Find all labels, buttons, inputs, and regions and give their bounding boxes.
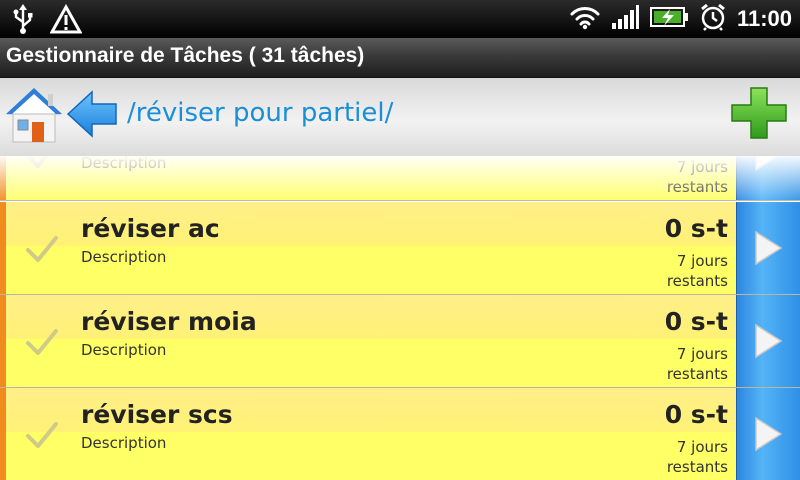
open-task-button[interactable] <box>736 156 800 200</box>
task-value: 0 s-t <box>664 400 728 429</box>
task-remaining: 7 jours restants <box>667 437 728 477</box>
checkmark-icon[interactable] <box>24 325 60 361</box>
task-list: Description 7 jours restants réviser ac … <box>0 156 800 480</box>
task-title: réviser moia <box>81 307 257 336</box>
list-item[interactable]: réviser ac Description 0 s-t 7 jours res… <box>0 202 800 295</box>
open-task-button[interactable] <box>736 202 800 294</box>
play-arrow-icon <box>755 156 780 172</box>
task-remaining-label: restants <box>666 178 728 196</box>
toolbar <box>0 78 800 156</box>
list-item[interactable]: Description 7 jours restants <box>0 156 800 201</box>
warning-icon <box>49 3 83 38</box>
status-time: 11:00 <box>736 6 792 31</box>
task-value: 0 s-t <box>664 307 728 336</box>
task-remaining-label: restants <box>666 365 728 383</box>
task-description: Description <box>81 434 167 452</box>
task-row-main[interactable]: réviser scs Description 0 s-t 7 jours re… <box>0 388 736 480</box>
play-arrow-icon <box>755 230 783 266</box>
title-bar: Gestionnaire de Tâches ( 31 tâches) <box>0 38 800 78</box>
list-item[interactable]: réviser scs Description 0 s-t 7 jours re… <box>0 388 800 480</box>
list-item[interactable]: réviser moia Description 0 s-t 7 jours r… <box>0 295 800 388</box>
task-remaining: 7 jours restants <box>667 157 728 197</box>
usb-icon <box>10 4 36 38</box>
checkmark-icon[interactable] <box>24 156 60 174</box>
task-value: 0 s-t <box>664 214 728 243</box>
task-remaining-days: 7 jours <box>676 438 728 456</box>
wifi-icon <box>569 4 601 34</box>
add-icon[interactable] <box>728 86 790 140</box>
task-description: Description <box>81 156 167 172</box>
task-remaining-label: restants <box>666 458 728 476</box>
signal-icon <box>611 4 639 34</box>
task-remaining: 7 jours restants <box>667 251 728 291</box>
task-row-main[interactable]: Description 7 jours restants <box>0 156 736 200</box>
play-arrow-icon <box>755 323 783 359</box>
task-description: Description <box>81 341 167 359</box>
open-task-button[interactable] <box>736 295 800 387</box>
play-arrow-icon <box>755 416 783 452</box>
task-title: réviser ac <box>81 214 220 243</box>
task-remaining-days: 7 jours <box>676 158 728 176</box>
task-row-main[interactable]: réviser moia Description 0 s-t 7 jours r… <box>0 295 736 387</box>
task-remaining-days: 7 jours <box>676 345 728 363</box>
task-title: réviser scs <box>81 400 233 429</box>
status-bar: 11:00 <box>0 0 800 38</box>
battery-charging-icon <box>649 6 689 32</box>
back-arrow-icon[interactable] <box>66 88 118 140</box>
app-title: Gestionnaire de Tâches ( 31 tâches) <box>6 44 365 67</box>
task-remaining: 7 jours restants <box>667 344 728 384</box>
folder-path: /réviser pour partiel/ <box>127 98 394 128</box>
home-icon[interactable] <box>4 84 64 146</box>
checkmark-icon[interactable] <box>24 232 60 268</box>
task-description: Description <box>81 248 167 266</box>
task-remaining-label: restants <box>666 272 728 290</box>
task-row-main[interactable]: réviser ac Description 0 s-t 7 jours res… <box>0 202 736 294</box>
alarm-icon <box>699 3 727 35</box>
open-task-button[interactable] <box>736 388 800 480</box>
checkmark-icon[interactable] <box>24 418 60 454</box>
task-remaining-days: 7 jours <box>676 252 728 270</box>
